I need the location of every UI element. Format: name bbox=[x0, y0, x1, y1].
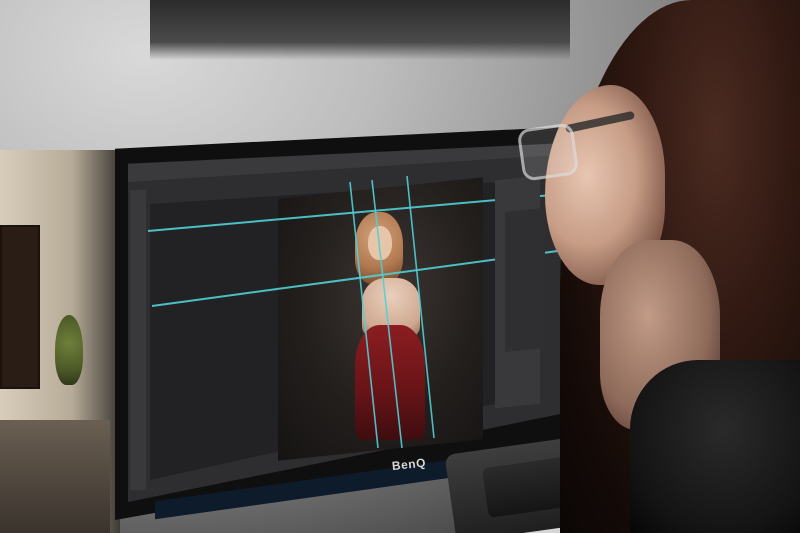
person-shirt bbox=[630, 360, 800, 533]
office-scene: BenQ bbox=[0, 0, 800, 533]
guide-vertical-middle bbox=[371, 179, 403, 449]
photoshop-layers-panel bbox=[505, 207, 545, 353]
glasses bbox=[516, 122, 580, 182]
guide-vertical-right bbox=[406, 175, 435, 439]
guide-vertical-left bbox=[349, 181, 379, 449]
guide-horizontal-top bbox=[147, 194, 553, 232]
